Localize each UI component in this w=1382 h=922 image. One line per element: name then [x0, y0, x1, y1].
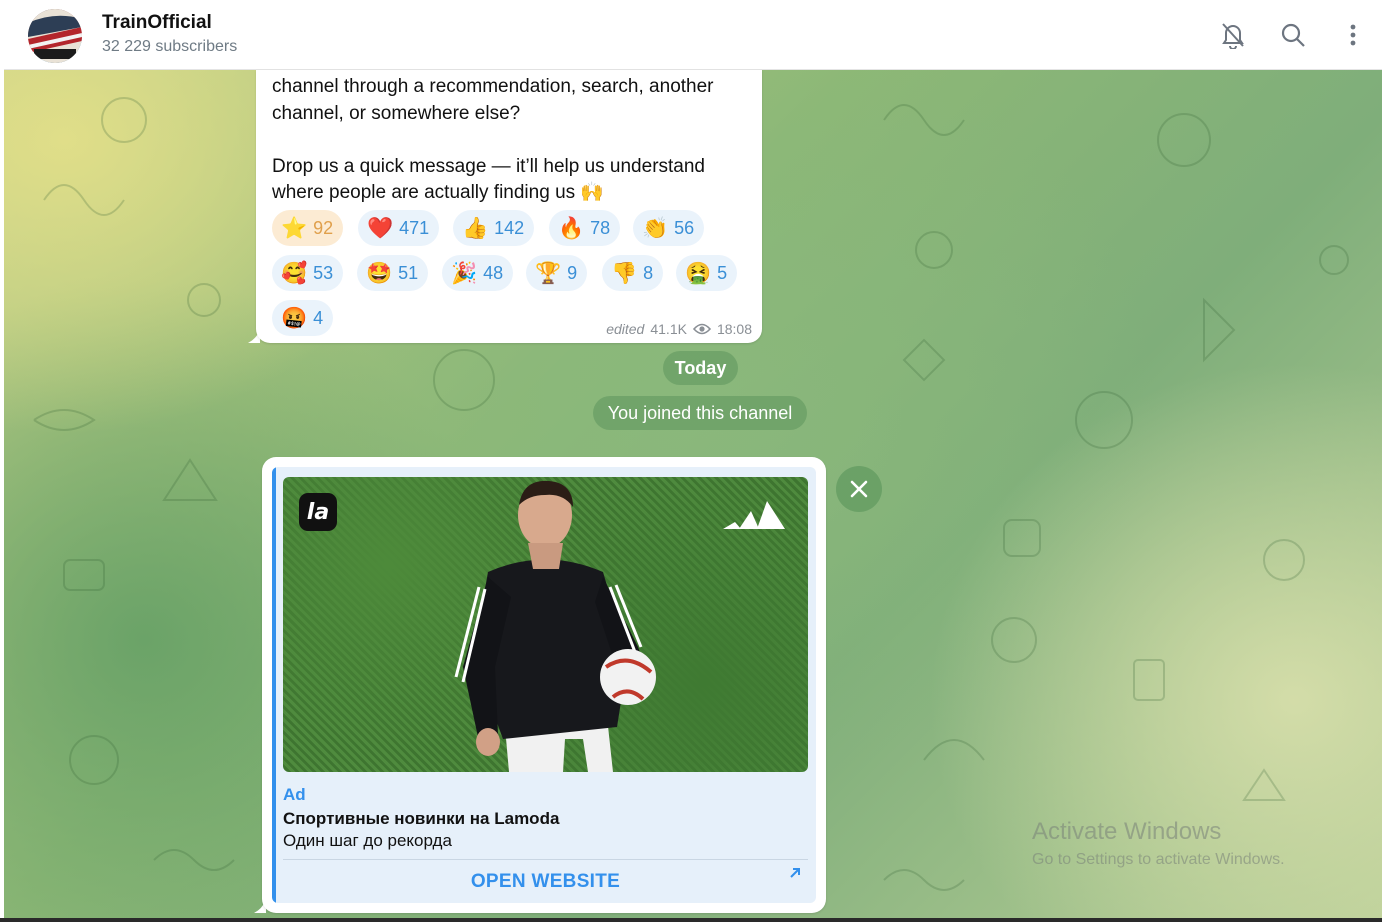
reaction-count: 142 [494, 217, 525, 238]
eye-icon [692, 323, 711, 335]
thumbs-up-icon: 👍 [462, 215, 489, 240]
athlete-illustration: la [299, 480, 785, 772]
ad-accent-bar [272, 467, 276, 903]
reaction-count: 471 [399, 217, 430, 238]
reaction-count: 48 [483, 262, 504, 283]
heart-icon: ❤️ [367, 215, 394, 240]
clap-icon: 👏 [642, 215, 669, 240]
party-popper-icon: 🎉 [451, 260, 478, 285]
thumbs-down-icon: 👎 [611, 260, 638, 285]
window-bottom-edge [0, 918, 1382, 922]
reaction-count: 4 [313, 307, 324, 328]
reaction-clap[interactable]: 👏 56 [633, 210, 705, 246]
reaction-count: 92 [313, 217, 334, 238]
channel-post[interactable]: channel through a recommendation, search… [256, 70, 762, 343]
trophy-icon: 🏆 [535, 260, 562, 285]
star-struck-icon: 🤩 [366, 260, 393, 285]
joined-service-message: You joined this channel [593, 396, 807, 430]
edited-label: edited [606, 321, 645, 337]
reaction-fire[interactable]: 🔥 78 [549, 210, 621, 246]
reaction-count: 51 [398, 262, 419, 283]
reaction-angry[interactable]: 🤬 4 [272, 300, 334, 336]
reaction-count: 56 [674, 217, 695, 238]
reaction-thumbs-up[interactable]: 👍 142 [453, 210, 535, 246]
subscriber-count: 32 229 subscribers [102, 38, 238, 55]
reaction-count: 9 [567, 262, 578, 283]
window-left-edge [0, 0, 4, 922]
sponsored-message[interactable]: la Ad Спортивные новинки на Lamoda Один … [262, 457, 826, 913]
reaction-count: 78 [590, 217, 611, 238]
ad-card[interactable]: la Ad Спортивные новинки на Lamoda Один … [272, 467, 816, 903]
search-icon[interactable] [1278, 20, 1308, 50]
open-website-label: OPEN WEBSITE [470, 870, 621, 892]
ad-image[interactable]: la [283, 477, 808, 772]
open-website-button[interactable]: OPEN WEBSITE [283, 860, 808, 903]
reaction-heart[interactable]: ❤️ 471 [358, 210, 440, 246]
cursing-face-icon: 🤬 [281, 305, 308, 330]
channel-avatar[interactable] [28, 9, 82, 63]
reaction-trophy[interactable]: 🏆 9 [526, 255, 588, 291]
reaction-count: 5 [717, 262, 728, 283]
windows-activation-title: Activate Windows [1032, 818, 1222, 845]
external-link-arrow-icon [790, 868, 800, 878]
close-icon [850, 480, 868, 498]
windows-activation-subtitle: Go to Settings to activate Windows. [1032, 851, 1285, 868]
reaction-thumbs-down[interactable]: 👎 8 [602, 255, 664, 291]
view-count: 41.1K [650, 321, 687, 337]
channel-title[interactable]: TrainOfficial [102, 12, 212, 34]
ad-title: Спортивные новинки на Lamoda [283, 809, 560, 828]
vomiting-face-icon: 🤮 [685, 260, 712, 285]
post-meta: edited 41.1K 18:08 [606, 321, 752, 337]
fire-icon: 🔥 [558, 215, 585, 240]
ad-label: Ad [283, 785, 306, 804]
reaction-star[interactable]: ⭐ 92 [272, 210, 344, 246]
lamoda-logo-text: la [307, 500, 329, 525]
chat-header: TrainOfficial 32 229 subscribers [4, 0, 1382, 70]
bell-muted-icon[interactable] [1218, 20, 1248, 50]
reaction-party[interactable]: 🎉 48 [442, 255, 514, 291]
reaction-star-struck[interactable]: 🤩 51 [357, 255, 429, 291]
reaction-count: 8 [643, 262, 654, 283]
post-time: 18:08 [716, 321, 752, 337]
smiling-hearts-icon: 🥰 [281, 260, 308, 285]
reaction-count: 53 [313, 262, 334, 283]
date-separator: Today [663, 351, 738, 385]
post-text: channel through a recommendation, search… [272, 76, 714, 203]
star-icon: ⭐ [281, 215, 308, 240]
reaction-vomit[interactable]: 🤮 5 [676, 255, 738, 291]
reaction-smiling-hearts[interactable]: 🥰 53 [272, 255, 344, 291]
more-vertical-icon[interactable] [1338, 20, 1368, 50]
ad-description: Один шаг до рекорда [283, 831, 452, 850]
close-ad-button[interactable] [836, 466, 882, 512]
